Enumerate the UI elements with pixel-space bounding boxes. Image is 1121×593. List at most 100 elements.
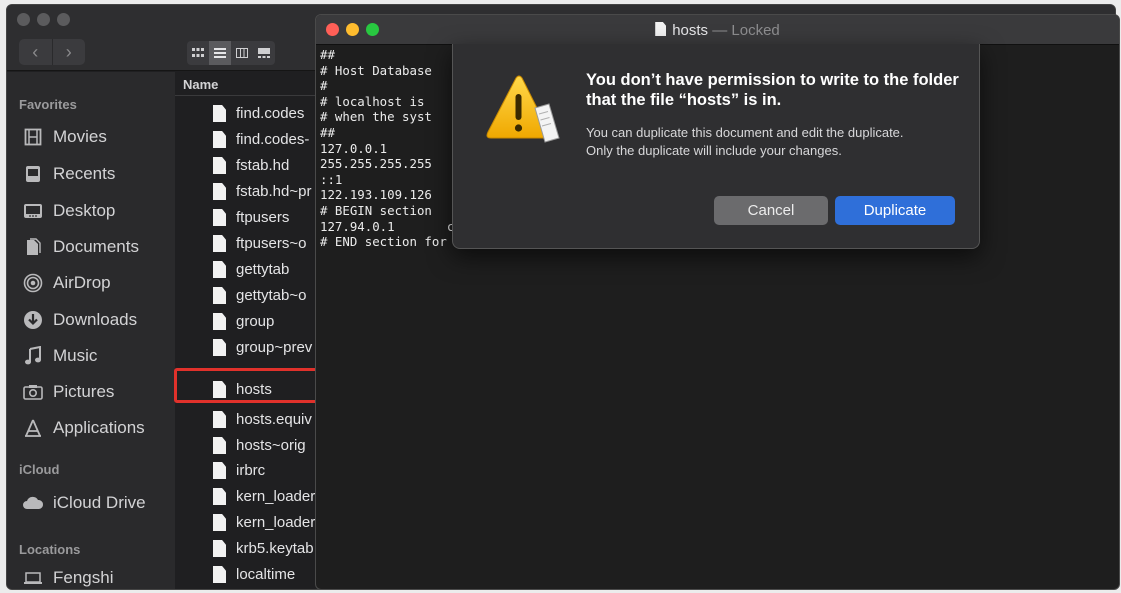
finder-sidebar: Favorites Movies Recents Desktop Documen…	[7, 72, 175, 589]
sidebar-item-documents[interactable]: Documents	[21, 234, 171, 260]
file-row[interactable]: gettytab	[175, 257, 320, 282]
file-row[interactable]: find.codes-	[175, 127, 320, 152]
sidebar-item-airdrop[interactable]: AirDrop	[21, 270, 171, 296]
minimize-window-icon[interactable]	[37, 13, 50, 26]
file-row[interactable]: irbrc	[175, 458, 320, 483]
icon-view-icon[interactable]	[187, 41, 209, 65]
sidebar-item-downloads[interactable]: Downloads	[21, 307, 171, 333]
document-icon	[213, 566, 226, 583]
document-icon	[213, 488, 226, 505]
file-name: krb5.keytab	[236, 540, 314, 557]
gallery-view-icon[interactable]	[253, 41, 275, 65]
film-icon	[21, 127, 45, 147]
file-name: find.codes	[236, 105, 305, 122]
document-icon	[213, 131, 226, 148]
sidebar-item-label: iCloud Drive	[53, 493, 146, 512]
cancel-button[interactable]: Cancel	[714, 196, 828, 225]
sidebar-item-applications[interactable]: Applications	[21, 415, 171, 441]
file-name: hosts.equiv	[236, 411, 312, 428]
document-icon	[655, 22, 667, 36]
pictures-icon	[21, 382, 45, 402]
file-row[interactable]: kern_loader	[175, 484, 320, 509]
close-window-icon[interactable]	[17, 13, 30, 26]
file-row[interactable]: find.codes	[175, 101, 320, 126]
document-icon	[213, 381, 226, 398]
alert-message: You can duplicate this document and edit…	[586, 125, 904, 158]
file-row[interactable]: ftpusers	[175, 205, 320, 230]
sidebar-item-movies[interactable]: Movies	[21, 124, 171, 150]
file-name: localtime	[236, 566, 296, 583]
icloud-heading: iCloud	[19, 462, 60, 477]
file-name: irbrc	[236, 462, 266, 479]
documents-icon	[21, 237, 45, 257]
alert-title: You don’t have permission to write to th…	[586, 71, 959, 109]
file-name: ftpusers	[236, 209, 290, 226]
file-row[interactable]: gettytab~o	[175, 283, 320, 308]
document-icon	[213, 105, 226, 122]
file-name: gettytab~o	[236, 287, 307, 304]
file-name: gettytab	[236, 261, 290, 278]
file-row[interactable]: group	[175, 309, 320, 334]
zoom-window-icon[interactable]	[57, 13, 70, 26]
sidebar-item-label: Applications	[53, 418, 145, 437]
file-row[interactable]: hosts.equiv	[175, 407, 320, 432]
sidebar-item-label: Desktop	[53, 201, 116, 220]
back-button[interactable]: ‹	[19, 39, 53, 65]
sidebar-item-recents[interactable]: Recents	[21, 161, 171, 187]
column-view-icon[interactable]	[231, 41, 253, 65]
locations-heading: Locations	[19, 542, 81, 557]
forward-button[interactable]: ›	[53, 39, 86, 65]
editor-titlebar: hosts — Locked	[316, 15, 1119, 45]
document-icon	[213, 261, 226, 278]
sidebar-item-fengshi[interactable]: Fengshi	[21, 565, 171, 589]
document-icon	[213, 411, 226, 428]
recents-icon	[21, 164, 45, 184]
airdrop-icon	[21, 273, 45, 293]
desktop-icon	[21, 201, 45, 221]
document-icon	[213, 339, 226, 356]
file-row[interactable]: hosts~orig	[175, 433, 320, 458]
file-name: kern_loader	[236, 488, 316, 505]
document-icon	[213, 209, 226, 226]
name-column-header[interactable]: Name	[175, 72, 320, 96]
computer-icon	[21, 568, 45, 588]
file-row[interactable]: group~prev	[175, 335, 320, 360]
sidebar-item-desktop[interactable]: Desktop	[21, 198, 171, 224]
view-mode-buttons	[187, 41, 275, 65]
file-row[interactable]: fstab.hd~pr	[175, 179, 320, 204]
document-icon	[213, 157, 226, 174]
downloads-icon	[21, 310, 45, 330]
file-row[interactable]: fstab.hd	[175, 153, 320, 178]
file-row[interactable]: localtime	[175, 562, 320, 587]
file-name: hosts	[236, 381, 272, 398]
document-icon	[213, 287, 226, 304]
sidebar-item-icloud-drive[interactable]: iCloud Drive	[21, 490, 171, 516]
file-name: hosts~orig	[236, 437, 306, 454]
file-row-hosts[interactable]: hosts	[175, 377, 320, 402]
music-icon	[21, 346, 45, 366]
document-icon	[213, 235, 226, 252]
document-icon	[213, 540, 226, 557]
sidebar-item-music[interactable]: Music	[21, 343, 171, 369]
sidebar-item-label: Documents	[53, 237, 139, 256]
locked-status: — Locked	[712, 22, 780, 39]
sidebar-item-pictures[interactable]: Pictures	[21, 379, 171, 405]
navigation-buttons: ‹ ›	[19, 39, 85, 65]
duplicate-button[interactable]: Duplicate	[835, 196, 955, 225]
sidebar-item-label: Fengshi	[53, 568, 114, 587]
file-row[interactable]: kern_loader	[175, 510, 320, 535]
warning-icon	[486, 75, 560, 143]
document-icon	[213, 313, 226, 330]
applications-icon	[21, 418, 45, 438]
favorites-heading: Favorites	[19, 97, 77, 112]
file-name: ftpusers~o	[236, 235, 307, 252]
cloud-icon	[21, 493, 45, 513]
file-row[interactable]: ftpusers~o	[175, 231, 320, 256]
file-name: find.codes-	[236, 131, 310, 148]
permission-alert-sheet: You don’t have permission to write to th…	[452, 44, 980, 249]
sidebar-item-label: Music	[53, 346, 98, 365]
document-icon	[213, 437, 226, 454]
file-name: group~prev	[236, 339, 313, 356]
list-view-icon[interactable]	[209, 41, 231, 65]
file-row[interactable]: krb5.keytab	[175, 536, 320, 561]
